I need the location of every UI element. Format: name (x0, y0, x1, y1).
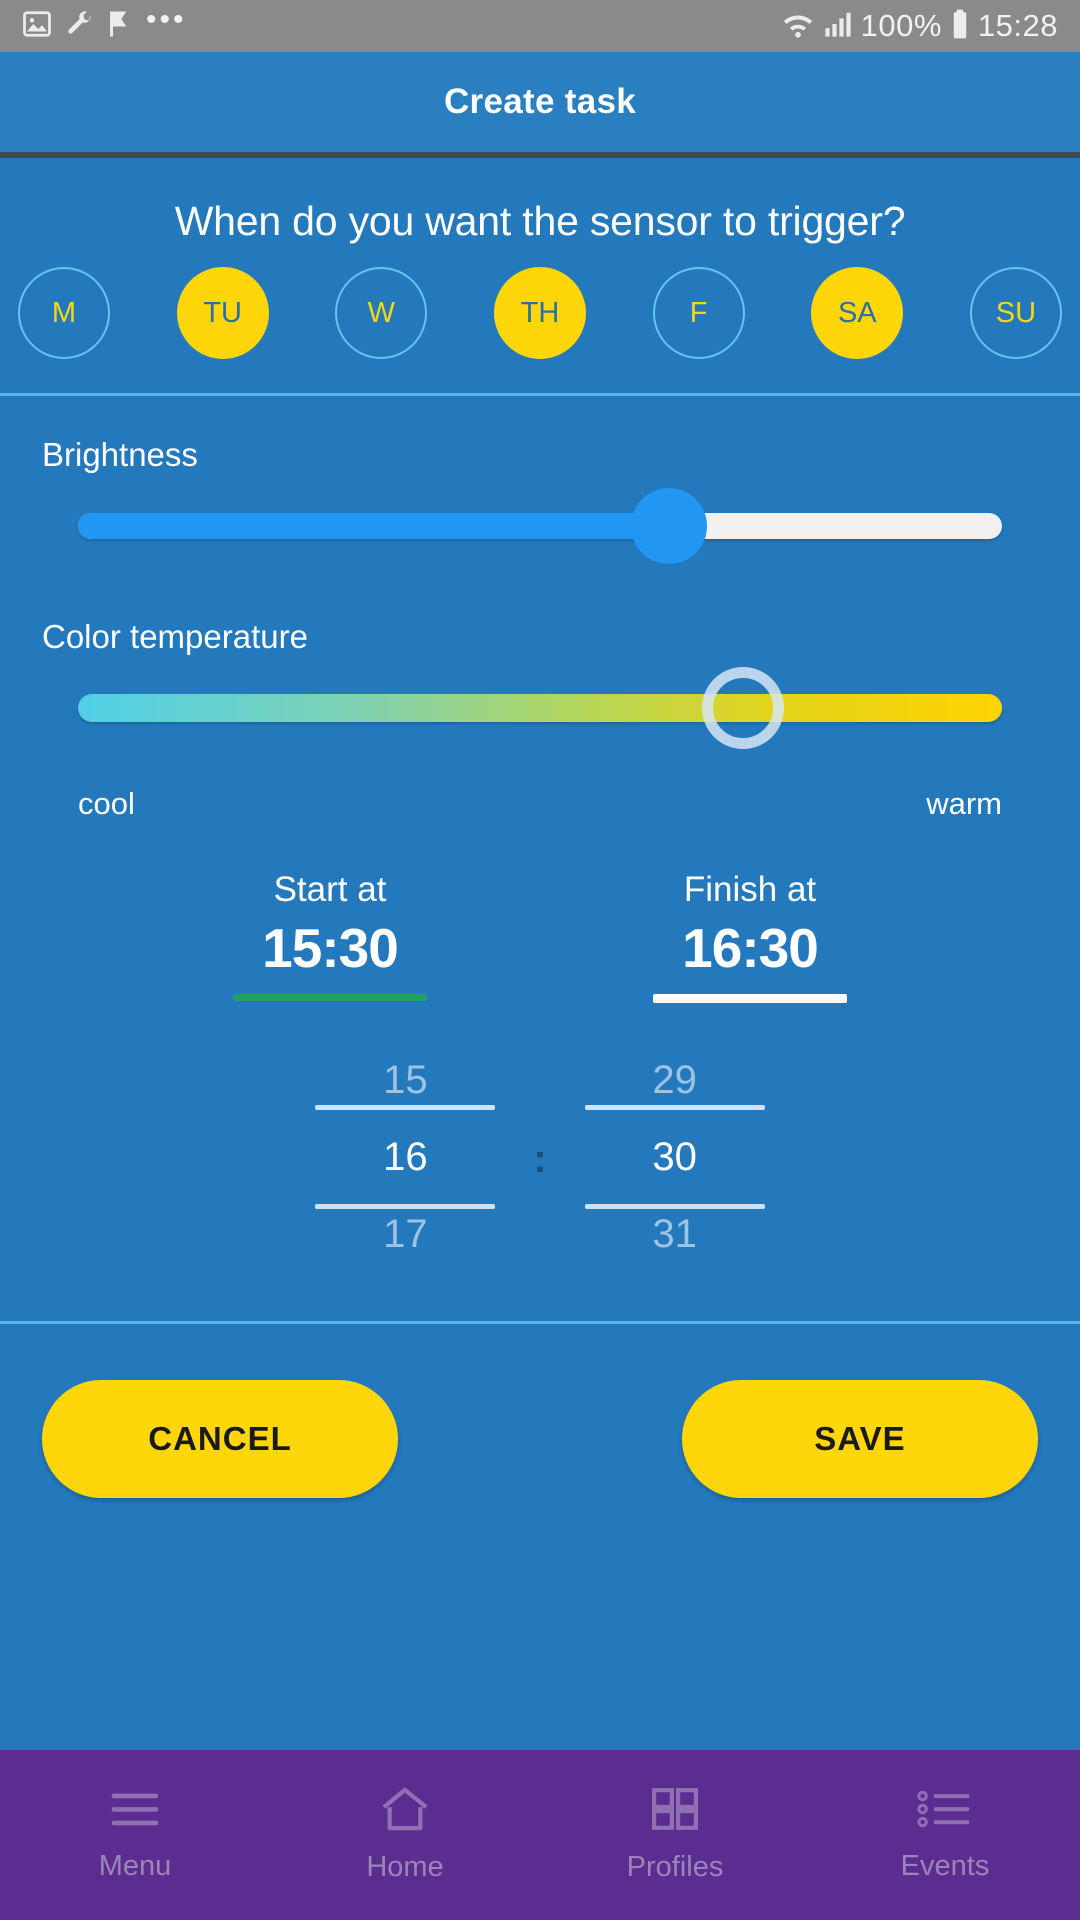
brightness-slider[interactable] (78, 474, 1002, 578)
brightness-slider-fill (78, 513, 670, 539)
color-temperature-slider-track (78, 694, 1002, 722)
nav-item-label: Events (900, 1850, 990, 1882)
page-title: Create task (443, 82, 637, 121)
cancel-button[interactable]: CANCEL (42, 1380, 398, 1498)
color-temperature-slider-thumb[interactable] (702, 667, 785, 749)
day-chip-sunday[interactable]: SU (969, 267, 1062, 359)
color-temperature-section: Color temperature cool warm (0, 578, 1080, 822)
nav-item-profiles[interactable]: Profiles (540, 1750, 810, 1920)
minute-picker-next[interactable]: 31 (652, 1209, 697, 1259)
day-chip-saturday[interactable]: SA (811, 267, 904, 359)
home-icon (378, 1786, 432, 1837)
list-icon (917, 1787, 973, 1836)
bottom-navigation-bar: Menu Home Profiles Events (0, 1750, 1080, 1920)
image-icon (22, 9, 52, 44)
brightness-section: Brightness (0, 396, 1080, 578)
nav-item-label: Menu (98, 1850, 172, 1882)
minute-picker-current[interactable]: 30 (652, 1110, 697, 1204)
warm-label: warm (926, 786, 1002, 821)
nav-item-home[interactable]: Home (270, 1750, 540, 1920)
wrench-icon (66, 9, 94, 44)
grid-icon (649, 1786, 701, 1837)
nav-item-menu[interactable]: Menu (0, 1750, 270, 1920)
wifi-icon (781, 9, 815, 44)
start-time-underline (233, 994, 427, 1001)
cell-signal-icon (824, 10, 852, 43)
hour-picker[interactable]: 15 16 17 (315, 1055, 496, 1259)
status-bar-left-icons: ••• (22, 5, 187, 44)
start-time-label: Start at (273, 870, 387, 909)
day-chip-monday[interactable]: M (18, 267, 110, 359)
day-chip-friday[interactable]: F (652, 267, 745, 359)
trigger-question: When do you want the sensor to trigger? (174, 198, 906, 244)
minute-picker-previous[interactable]: 29 (652, 1055, 697, 1105)
status-bar-clock: 15:28 (977, 8, 1058, 43)
day-chip-label: M (51, 296, 77, 329)
color-temperature-legend: cool warm (78, 760, 1002, 822)
day-chip-label: F (689, 296, 708, 329)
hour-picker-next[interactable]: 17 (383, 1209, 428, 1259)
save-button[interactable]: SAVE (682, 1380, 1038, 1498)
battery-icon (951, 9, 969, 44)
hour-picker-previous[interactable]: 15 (383, 1055, 428, 1105)
app-bar: Create task (0, 52, 1080, 158)
finish-time-value: 16:30 (682, 917, 819, 979)
battery-percent-label: 100% (860, 8, 942, 43)
day-chip-wednesday[interactable]: W (335, 267, 428, 359)
day-chip-label: W (367, 296, 395, 329)
time-separator-colon: : (533, 1136, 547, 1181)
hour-picker-current[interactable]: 16 (383, 1110, 428, 1204)
main-content: When do you want the sensor to trigger? … (0, 158, 1080, 1750)
nav-item-label: Profiles (626, 1851, 724, 1883)
brightness-label: Brightness (42, 436, 198, 473)
flag-icon (108, 9, 132, 44)
cool-label: cool (78, 786, 135, 821)
time-range-row: Start at 15:30 Finish at 16:30 (0, 822, 1080, 1003)
start-time-value: 15:30 (262, 917, 399, 979)
start-time-field[interactable]: Start at 15:30 (185, 870, 475, 1003)
action-buttons: CANCEL SAVE (0, 1324, 1080, 1498)
finish-time-underline (653, 994, 847, 1003)
app-screen: ••• 100% 15:28 Create task When do you w… (0, 0, 1080, 1920)
status-bar-right-icons: 100% 15:28 (781, 8, 1058, 44)
minute-picker[interactable]: 29 30 31 (584, 1055, 765, 1259)
menu-icon (108, 1787, 162, 1836)
nav-item-events[interactable]: Events (810, 1750, 1080, 1920)
finish-time-label: Finish at (683, 870, 817, 909)
nav-item-label: Home (366, 1851, 444, 1883)
day-chip-tuesday[interactable]: TU (176, 267, 269, 359)
day-chip-label: TU (203, 296, 242, 329)
color-temperature-slider[interactable] (78, 656, 1002, 760)
day-chip-label: SA (837, 296, 877, 329)
time-number-picker[interactable]: 15 16 17 : 29 30 31 (0, 1003, 1080, 1259)
day-selector: M TU W TH F SA SU (0, 245, 1080, 359)
finish-time-field[interactable]: Finish at 16:30 (605, 870, 895, 1003)
day-chip-label: TH (520, 296, 560, 329)
brightness-slider-thumb[interactable] (631, 488, 708, 564)
overflow-dots-icon: ••• (146, 3, 187, 36)
color-temperature-label: Color temperature (42, 618, 308, 655)
day-chip-label: SU (995, 296, 1037, 329)
day-chip-thursday[interactable]: TH (493, 267, 586, 359)
status-bar: ••• 100% 15:28 (0, 0, 1080, 52)
